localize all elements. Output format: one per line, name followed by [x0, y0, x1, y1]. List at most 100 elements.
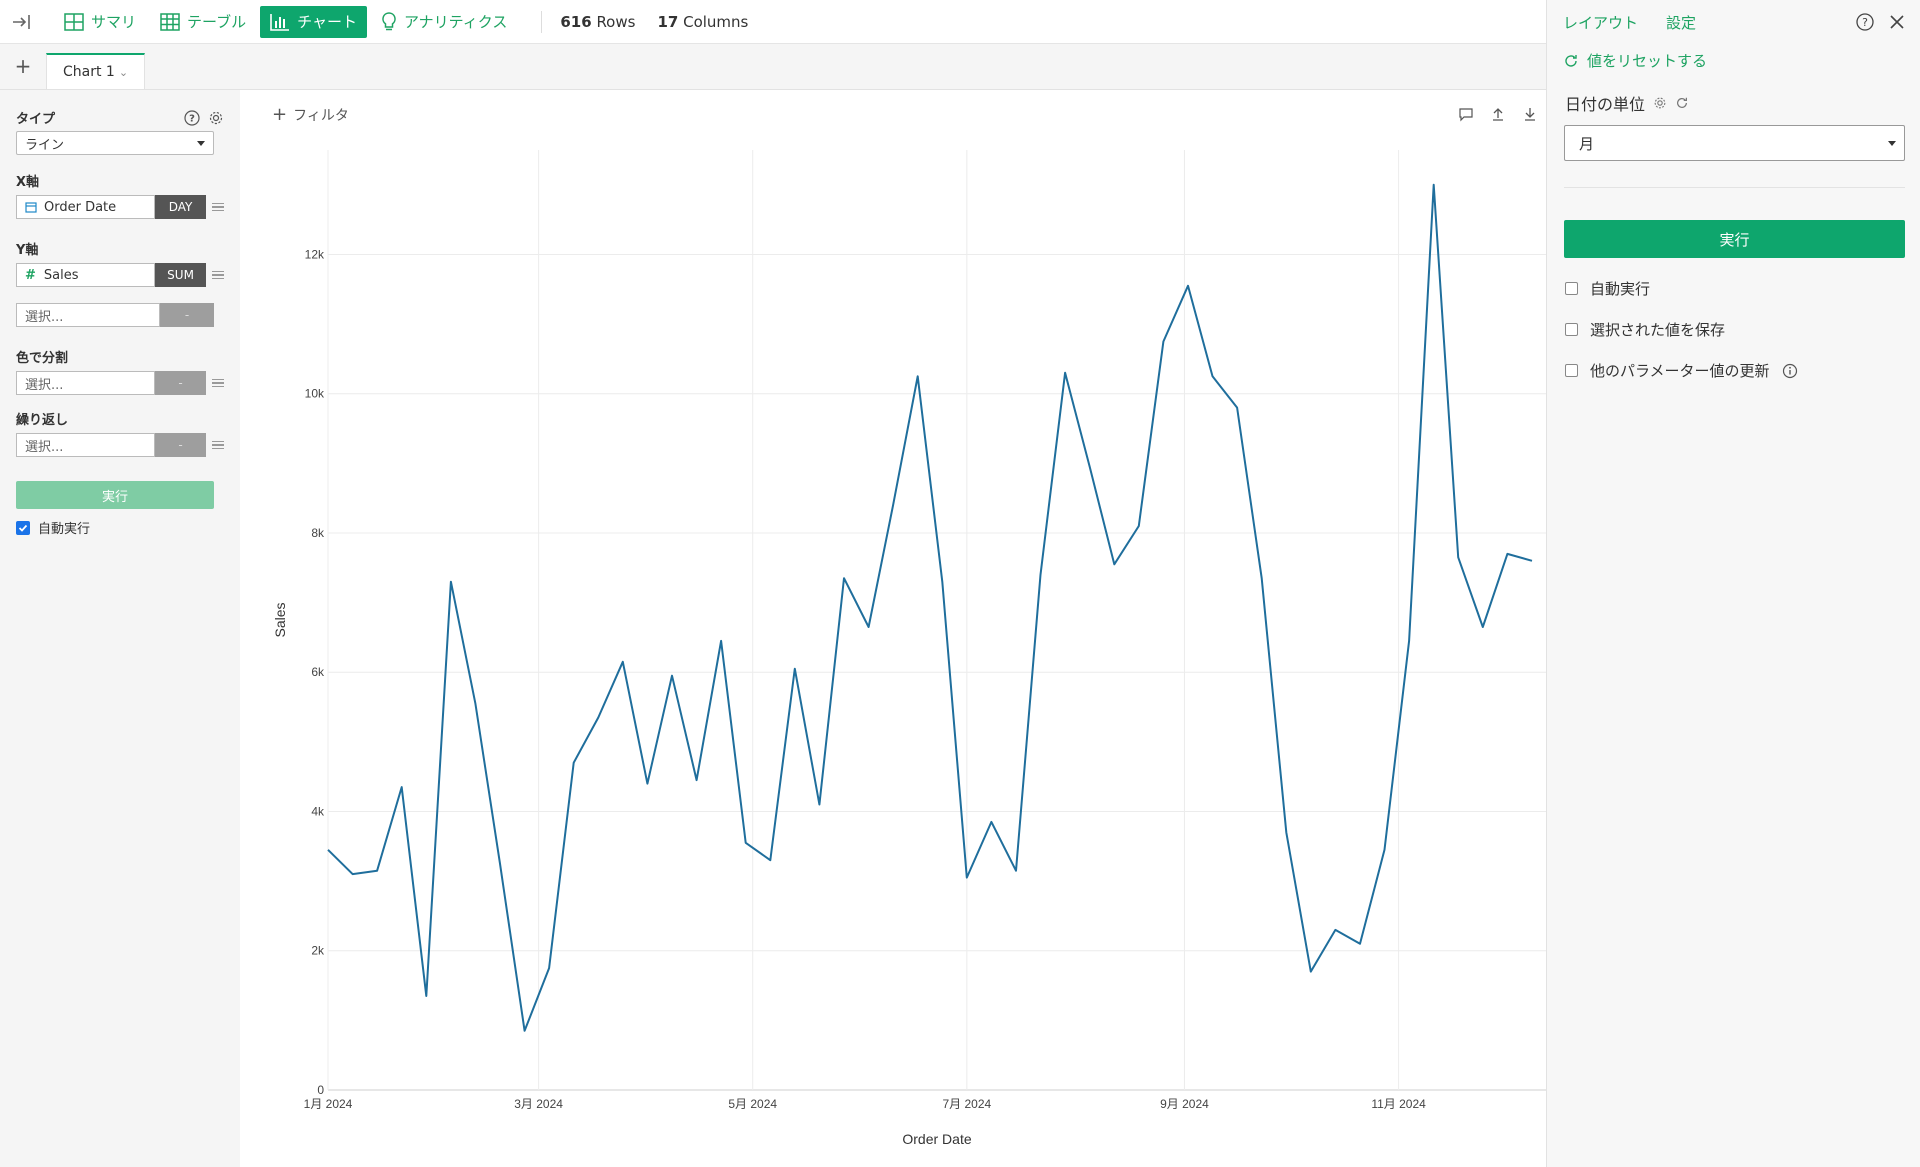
refresh-icon	[1565, 54, 1577, 67]
add-chart-tab-button[interactable]: +	[0, 43, 46, 89]
top-toolbar: サマリ テーブル チャート アナリティクス 616 Rows 17 Column…	[0, 0, 1546, 44]
x-axis-field-name: Order Date	[44, 199, 117, 215]
repeat-field[interactable]: 選択...	[16, 433, 155, 457]
info-icon[interactable]	[1782, 363, 1798, 379]
option-label: 自動実行	[1590, 280, 1651, 298]
y-tick-label: 6k	[311, 665, 325, 679]
caret-down-icon	[197, 140, 205, 146]
y-axis-second-row: 選択... -	[16, 303, 224, 327]
nav-summary-label: サマリ	[91, 13, 137, 31]
chevron-down-icon[interactable]: ⌄	[119, 66, 128, 79]
x-tick-label: 1月 2024	[304, 1097, 353, 1111]
repeat-row: 選択... -	[16, 433, 224, 457]
x-tick-label: 11月 2024	[1371, 1097, 1426, 1111]
nav-summary-button[interactable]: サマリ	[54, 6, 146, 38]
gear-icon[interactable]	[208, 110, 224, 126]
drag-handle-icon[interactable]	[212, 378, 224, 388]
y-axis-second-field[interactable]: 選択...	[16, 303, 160, 327]
chart-type-select[interactable]: ライン	[16, 131, 214, 155]
y-tick-label: 12k	[305, 247, 325, 261]
repeat-aggregation[interactable]: -	[154, 433, 207, 457]
nav-chart-button[interactable]: チャート	[260, 5, 367, 38]
nav-analytics-label: アナリティクス	[403, 13, 508, 31]
nav-analytics-button[interactable]: アナリティクス	[371, 6, 517, 38]
chart-area: + フィルタ 0 2k 4k 6k 8k 10k 12k 1月 2024 3月 2024 5月 2…	[240, 90, 1546, 1167]
close-icon[interactable]	[1888, 13, 1906, 31]
drag-handle-icon[interactable]	[212, 440, 224, 450]
auto-run-checkbox-row[interactable]: 自動実行	[16, 518, 224, 537]
collapse-sidebar-icon[interactable]	[10, 10, 34, 34]
nav-chart-label: チャート	[297, 13, 357, 31]
x-tick-label: 9月 2024	[1160, 1097, 1209, 1111]
run-button[interactable]: 実行	[1564, 220, 1905, 258]
tab-chart-1[interactable]: Chart 1 ⌄	[46, 53, 146, 89]
y-axis-field-name: Sales	[43, 267, 79, 283]
x-tick-label: 3月 2024	[514, 1097, 563, 1111]
tab-settings[interactable]: 設定	[1666, 12, 1696, 33]
y-tick-label: 10k	[305, 387, 325, 401]
run-button[interactable]: 実行	[16, 481, 214, 509]
y-axis-aggregation-button[interactable]: SUM	[154, 263, 207, 287]
calendar-icon	[25, 201, 37, 213]
save-selected-checkbox[interactable]	[1565, 323, 1578, 336]
x-axis-title: Order Date	[902, 1131, 971, 1147]
color-split-row: 選択... -	[16, 371, 224, 395]
date-unit-value: 月	[1579, 134, 1595, 153]
y-tick-label: 4k	[311, 804, 325, 818]
settings-panel: レイアウト 設定 ? 値をリセットする 日付の単位 月 実行 自動実行 選択され…	[1546, 0, 1920, 1167]
nav-table-button[interactable]: テーブル	[150, 6, 256, 38]
color-split-field[interactable]: 選択...	[16, 371, 155, 395]
type-label: タイプ	[16, 112, 56, 127]
series-line-sales	[327, 183, 1533, 1032]
columns-count: 17 Columns	[657, 12, 749, 31]
toolbar-divider	[541, 10, 543, 33]
x-axis-label: X軸	[16, 175, 40, 190]
option-auto-run[interactable]: 自動実行	[1547, 278, 1920, 299]
auto-run-checkbox[interactable]	[16, 520, 30, 535]
chart-tab-bar: + Chart 1 ⌄	[0, 44, 1546, 90]
color-split-label: 色で分割	[16, 351, 69, 366]
y-tick-label: 2k	[311, 944, 325, 958]
help-icon[interactable]: ?	[184, 109, 200, 126]
lightbulb-icon	[382, 11, 396, 30]
chart-config-panel: タイプ ? ライン X軸 Order Date DAY Y軸 # Sales S…	[0, 90, 240, 1167]
divider	[1564, 187, 1905, 188]
y-axis-label: Y軸	[16, 243, 39, 258]
help-icon[interactable]: ?	[1856, 13, 1874, 31]
auto-run-checkbox[interactable]	[1565, 282, 1578, 295]
tab-layout[interactable]: レイアウト	[1563, 12, 1638, 33]
y-axis-title: Sales	[272, 602, 288, 637]
chart-type-value: ライン	[25, 137, 65, 153]
option-label: 他のパラメーター値の更新	[1590, 362, 1770, 380]
svg-text:?: ?	[1862, 16, 1868, 29]
update-params-checkbox[interactable]	[1565, 364, 1578, 377]
y-tick-label: 8k	[311, 526, 325, 540]
tab-label: Chart 1	[63, 64, 115, 80]
refresh-icon[interactable]	[1675, 96, 1689, 110]
drag-handle-icon[interactable]	[212, 202, 224, 212]
date-unit-label: 日付の単位	[1547, 91, 1920, 115]
y-axis-field[interactable]: # Sales	[16, 263, 155, 287]
grid-icon	[64, 12, 84, 31]
option-update-params[interactable]: 他のパラメーター値の更新	[1547, 360, 1920, 381]
date-unit-select[interactable]: 月	[1564, 125, 1905, 161]
drag-handle-icon[interactable]	[212, 270, 224, 280]
rows-count: 616 Rows	[560, 12, 636, 31]
table-icon	[160, 12, 180, 31]
color-split-aggregation[interactable]: -	[154, 371, 207, 395]
reset-values-label: 値をリセットする	[1587, 52, 1708, 70]
settings-panel-header: レイアウト 設定 ?	[1547, 0, 1920, 44]
number-icon: #	[25, 267, 36, 283]
x-axis-field-row: Order Date DAY	[16, 195, 224, 219]
x-tick-label: 7月 2024	[942, 1097, 991, 1111]
option-label: 選択された値を保存	[1590, 321, 1726, 339]
reset-values-button[interactable]: 値をリセットする	[1547, 50, 1920, 71]
type-section: タイプ ?	[16, 108, 224, 127]
x-axis-aggregation-button[interactable]: DAY	[154, 195, 207, 219]
option-save-selected[interactable]: 選択された値を保存	[1547, 319, 1920, 340]
x-axis-field[interactable]: Order Date	[16, 195, 155, 219]
gear-icon[interactable]	[1653, 96, 1667, 110]
x-tick-label: 5月 2024	[728, 1097, 777, 1111]
auto-run-label: 自動実行	[38, 522, 91, 537]
y-axis-second-aggregation[interactable]: -	[160, 303, 214, 327]
